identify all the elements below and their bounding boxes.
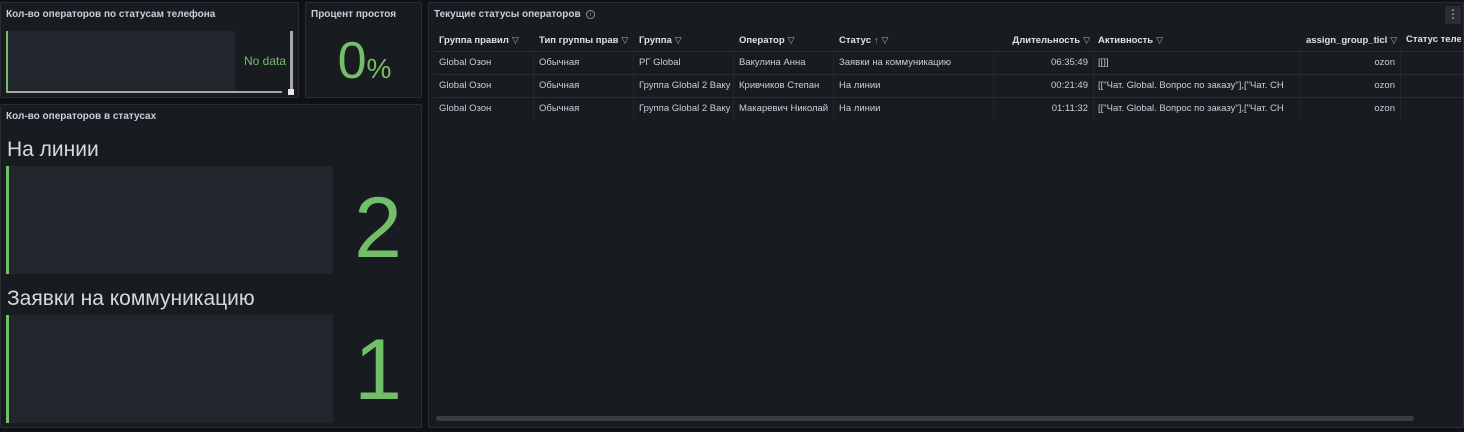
column-label: Активность xyxy=(1098,35,1154,46)
cell-operator: Вакулина Анна xyxy=(734,52,834,74)
panel-title: Кол-во операторов по статусам телефона xyxy=(6,9,216,20)
horizontal-scrollbar[interactable] xyxy=(6,91,282,93)
column-label: Длительность xyxy=(1012,35,1081,46)
column-header-rule-group[interactable]: Группа правил ▽ xyxy=(434,29,534,51)
cell-operator: Макаревич Николай xyxy=(734,98,834,120)
status-label-on-line: На линии xyxy=(7,138,99,161)
idle-percent-unit: % xyxy=(366,53,392,84)
table-row[interactable]: Global Озон Обычная Группа Global 2 Ваку… xyxy=(434,97,1463,120)
column-label: Группа xyxy=(639,35,672,46)
column-header-group[interactable]: Группа ▽ xyxy=(634,29,734,51)
idle-percent-stat: 0% xyxy=(306,31,421,91)
cell-assign-group: ozon xyxy=(1301,98,1401,120)
cell-group: РГ Global xyxy=(634,52,734,74)
column-label: Оператор xyxy=(739,35,785,46)
info-icon[interactable]: i xyxy=(586,10,595,19)
no-data-label: No data xyxy=(244,54,287,68)
filter-icon[interactable]: ▽ xyxy=(675,29,682,51)
panel-title: Кол-во операторов в статусах xyxy=(6,111,157,122)
column-label: Статус xyxy=(839,35,872,46)
column-header-duration[interactable]: Длительность ▽ xyxy=(994,29,1094,51)
cell-phone-status xyxy=(1401,75,1461,97)
filter-icon[interactable]: ▽ xyxy=(882,29,889,51)
cell-duration: 06:35:49 xyxy=(994,52,1094,74)
scroll-corner xyxy=(288,89,294,95)
column-header-assign-group[interactable]: assign_group_ticl ▽ xyxy=(1301,29,1401,51)
cell-rule-group: Global Озон xyxy=(434,75,534,97)
table-row[interactable]: Global Озон Обычная Группа Global 2 Ваку… xyxy=(434,74,1463,97)
cell-duration: 00:21:49 xyxy=(994,75,1094,97)
cell-phone-status xyxy=(1401,52,1461,74)
panel-title: Текущие статусы операторов xyxy=(434,9,581,20)
ops-in-status-panel: Кол-во операторов в статусах На линии 2 … xyxy=(0,104,422,428)
column-label: Тип группы прав xyxy=(539,35,619,46)
idle-percent-value: 0 xyxy=(337,32,367,90)
filter-icon[interactable]: ▽ xyxy=(1390,29,1397,51)
idle-percent-panel: Процент простоя 0% xyxy=(305,2,422,98)
status-value-requests: 1 xyxy=(354,322,402,418)
vertical-scrollbar[interactable] xyxy=(290,31,293,89)
column-label: Статус теле xyxy=(1406,34,1461,45)
phone-status-bar-area xyxy=(6,31,235,91)
cell-phone-status xyxy=(1401,98,1461,120)
column-label: assign_group_ticl xyxy=(1306,35,1388,46)
column-header-status[interactable]: Статус ↑ ▽ xyxy=(834,29,994,51)
filter-icon[interactable]: ▽ xyxy=(1083,29,1090,51)
column-header-operator[interactable]: Оператор ▽ xyxy=(734,29,834,51)
table-row[interactable]: Global Озон Обычная РГ Global Вакулина А… xyxy=(434,51,1463,74)
cell-group: Группа Global 2 Ваку xyxy=(634,75,734,97)
column-label: Группа правил xyxy=(439,35,509,46)
column-header-rule-group-type[interactable]: Тип группы прав ▽ xyxy=(534,29,634,51)
cell-activity: [["Чат. Global. Вопрос по заказу"],["Чат… xyxy=(1093,75,1301,97)
panel-title: Процент простоя xyxy=(311,9,397,20)
cell-assign-group: ozon xyxy=(1301,75,1401,97)
cell-rule-group-type: Обычная xyxy=(534,98,634,120)
sort-asc-icon[interactable]: ↑ xyxy=(874,29,879,51)
table-header: Группа правил ▽ Тип группы прав ▽ Группа ▽ … xyxy=(434,29,1463,51)
cell-assign-group: ozon xyxy=(1301,52,1401,74)
cell-status: Заявки на коммуникацию xyxy=(834,52,994,74)
cell-operator: Кривчиков Степан xyxy=(734,75,834,97)
status-bar-on-line xyxy=(6,166,333,274)
filter-icon[interactable]: ▽ xyxy=(1156,29,1163,51)
current-statuses-panel: Текущие статусы операторов i ⋮ Группа пр… xyxy=(428,2,1464,428)
cell-duration: 01:11:32 xyxy=(994,98,1094,120)
filter-icon[interactable]: ▽ xyxy=(788,29,795,51)
cell-rule-group: Global Озон xyxy=(434,52,534,74)
status-value-on-line: 2 xyxy=(354,180,402,276)
panel-menu-icon[interactable]: ⋮ xyxy=(1445,6,1461,24)
filter-icon[interactable]: ▽ xyxy=(512,29,519,51)
cell-group: Группа Global 2 Ваку xyxy=(634,98,734,120)
cell-rule-group-type: Обычная xyxy=(534,52,634,74)
filter-icon[interactable]: ▽ xyxy=(621,29,628,51)
status-label-requests: Заявки на коммуникацию xyxy=(7,287,255,310)
cell-activity: [["Чат. Global. Вопрос по заказу"],["Чат… xyxy=(1093,98,1301,120)
horizontal-scrollbar[interactable] xyxy=(436,416,1414,421)
cell-activity: [[]] xyxy=(1093,52,1301,74)
cell-rule-group-type: Обычная xyxy=(534,75,634,97)
status-bar-requests xyxy=(6,315,333,423)
column-header-phone-status[interactable]: Статус теле xyxy=(1401,29,1461,51)
cell-status: На линии xyxy=(834,98,994,120)
phone-status-panel: Кол-во операторов по статусам телефона N… xyxy=(0,2,299,98)
column-header-activity[interactable]: Активность ▽ xyxy=(1093,29,1301,51)
cell-status: На линии xyxy=(834,75,994,97)
cell-rule-group: Global Озон xyxy=(434,98,534,120)
